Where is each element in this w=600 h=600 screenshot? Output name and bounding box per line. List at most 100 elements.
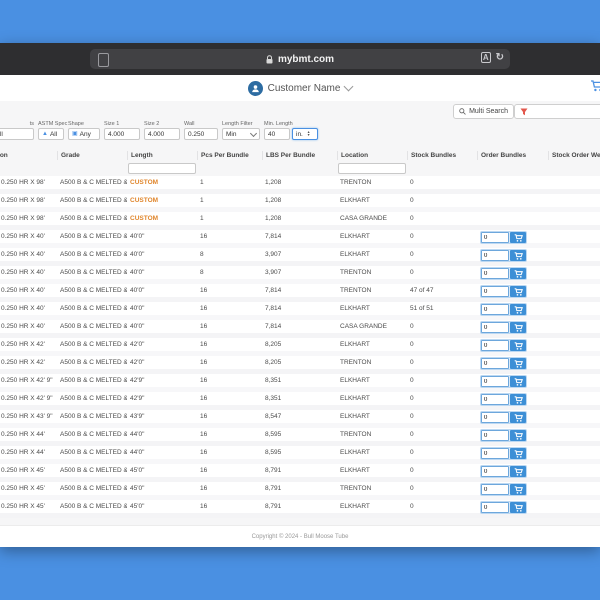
page-footer: Copyright © 2024 - Bull Moose Tube xyxy=(0,525,600,547)
order-quantity-input[interactable] xyxy=(481,286,509,297)
order-quantity-input[interactable] xyxy=(481,376,509,387)
cell-grade: A500 B & C MELTED & MFG USA xyxy=(57,356,127,369)
add-to-cart-button[interactable] xyxy=(510,268,526,279)
cell-stock-bundles: 0 xyxy=(407,248,477,261)
order-quantity-input[interactable] xyxy=(481,304,509,315)
filter-button[interactable] xyxy=(514,104,600,119)
funnel-icon xyxy=(520,108,528,116)
cell-location: TRENTON xyxy=(337,356,407,369)
add-to-cart-button[interactable] xyxy=(510,466,526,477)
filter-astm-select[interactable]: ▲ All xyxy=(38,128,64,140)
cell-stock-bundles: 51 of 51 xyxy=(407,302,477,315)
order-quantity-input[interactable] xyxy=(481,268,509,279)
add-to-cart-button[interactable] xyxy=(510,232,526,243)
cell-description: 0.250 HR X 45' xyxy=(0,482,57,495)
url-bar[interactable]: mybmt.com A ↻ xyxy=(90,49,510,69)
cell-stock-bundles: 0 xyxy=(407,482,477,495)
filter-wall-input[interactable]: 0.250 xyxy=(184,128,218,140)
filter-size1-input[interactable]: 4.000 xyxy=(104,128,140,140)
multi-search-button[interactable]: Multi Search xyxy=(453,104,514,119)
cell-location: ELKHART xyxy=(337,392,407,405)
customer-menu[interactable]: Customer Name xyxy=(0,75,600,101)
cell-grade: A500 B & C MELTED & MFG USA xyxy=(57,482,127,495)
add-to-cart-button[interactable] xyxy=(510,376,526,387)
table-row: 0.250 HR X 40' A500 B & C MELTED & MFG U… xyxy=(0,230,600,248)
order-quantity-input[interactable] xyxy=(481,484,509,495)
order-quantity-input[interactable] xyxy=(481,502,509,513)
cell-pcs-per-bundle: 16 xyxy=(197,428,262,441)
cell-order-bundles xyxy=(477,410,548,423)
order-quantity-input[interactable] xyxy=(481,322,509,333)
cell-stock-bundles: 0 xyxy=(407,392,477,405)
col-grade[interactable]: Grade xyxy=(57,151,127,160)
filter-length-select[interactable]: Min xyxy=(222,128,260,140)
cart-icon xyxy=(514,288,523,296)
add-to-cart-button[interactable] xyxy=(510,430,526,441)
extension-icon[interactable] xyxy=(98,53,109,67)
cart-icon[interactable] xyxy=(590,80,600,92)
cell-pcs-per-bundle: 16 xyxy=(197,230,262,243)
cell-stock-order-weight xyxy=(548,464,600,477)
add-to-cart-button[interactable] xyxy=(510,484,526,495)
cell-pcs-per-bundle: 16 xyxy=(197,302,262,315)
order-quantity-input[interactable] xyxy=(481,448,509,459)
order-quantity-input[interactable] xyxy=(481,412,509,423)
add-to-cart-button[interactable] xyxy=(510,502,526,513)
order-quantity-input[interactable] xyxy=(481,430,509,441)
cell-stock-bundles: 0 xyxy=(407,428,477,441)
cell-grade: A500 B & C MELTED & MFG USA xyxy=(57,248,127,261)
cell-stock-bundles: 0 xyxy=(407,194,477,207)
col-stock-order-weight[interactable]: Stock Order Weight xyxy=(548,151,600,160)
add-to-cart-button[interactable] xyxy=(510,358,526,369)
cell-stock-order-weight xyxy=(548,446,600,459)
cell-order-bundles xyxy=(477,446,548,459)
col-location[interactable]: Location xyxy=(337,151,407,160)
add-to-cart-button[interactable] xyxy=(510,448,526,459)
url-text[interactable]: mybmt.com xyxy=(278,54,334,65)
cell-lbs-per-bundle: 8,791 xyxy=(262,482,337,495)
unit-spinner[interactable]: in. ▲▼ xyxy=(292,128,318,140)
col-description[interactable]: Description xyxy=(0,151,57,160)
order-quantity-input[interactable] xyxy=(481,466,509,477)
cell-location: ELKHART xyxy=(337,374,407,387)
add-to-cart-button[interactable] xyxy=(510,412,526,423)
add-to-cart-button[interactable] xyxy=(510,304,526,315)
order-bundle-control xyxy=(480,339,527,352)
order-quantity-input[interactable] xyxy=(481,358,509,369)
cell-stock-bundles: 0 xyxy=(407,320,477,333)
order-quantity-input[interactable] xyxy=(481,340,509,351)
col-pcs-per-bundle[interactable]: Pcs Per Bundle xyxy=(197,151,262,160)
filter-size2-input[interactable]: 4.000 xyxy=(144,128,180,140)
col-stock-bundles[interactable]: Stock Bundles xyxy=(407,151,477,160)
order-quantity-input[interactable] xyxy=(481,394,509,405)
cell-stock-order-weight xyxy=(548,500,600,513)
min-length-input[interactable]: 40 xyxy=(264,128,290,140)
cell-pcs-per-bundle: 8 xyxy=(197,248,262,261)
location-column-filter-input[interactable] xyxy=(338,163,406,174)
col-lbs-per-bundle[interactable]: LBS Per Bundle xyxy=(262,151,337,160)
length-column-filter-input[interactable] xyxy=(128,163,196,174)
cell-description: 0.250 HR X 40' xyxy=(0,302,57,315)
add-to-cart-button[interactable] xyxy=(510,250,526,261)
col-length[interactable]: Length xyxy=(127,151,197,160)
cell-location: CASA GRANDE xyxy=(337,320,407,333)
add-to-cart-button[interactable] xyxy=(510,286,526,297)
cell-length: 40'0" xyxy=(127,248,197,261)
cart-icon xyxy=(514,396,523,404)
reload-icon[interactable]: ↻ xyxy=(496,52,504,63)
column-filter-row xyxy=(0,162,600,176)
order-quantity-input[interactable] xyxy=(481,232,509,243)
filter-mults-select[interactable]: ● All xyxy=(0,128,34,140)
spinner-arrows-icon[interactable]: ▲▼ xyxy=(307,131,310,137)
add-to-cart-button[interactable] xyxy=(510,322,526,333)
copyright-text: Copyright © 2024 - Bull Moose Tube xyxy=(252,534,349,540)
translate-icon[interactable]: A xyxy=(481,52,491,63)
cell-location: TRENTON xyxy=(337,176,407,189)
filter-shape-select[interactable]: ▣ Any xyxy=(68,128,100,140)
order-quantity-input[interactable] xyxy=(481,250,509,261)
add-to-cart-button[interactable] xyxy=(510,340,526,351)
cell-stock-bundles: 0 xyxy=(407,212,477,225)
col-order-bundles[interactable]: Order Bundles xyxy=(477,151,548,160)
urlbar-actions: A ↻ xyxy=(481,52,504,63)
add-to-cart-button[interactable] xyxy=(510,394,526,405)
